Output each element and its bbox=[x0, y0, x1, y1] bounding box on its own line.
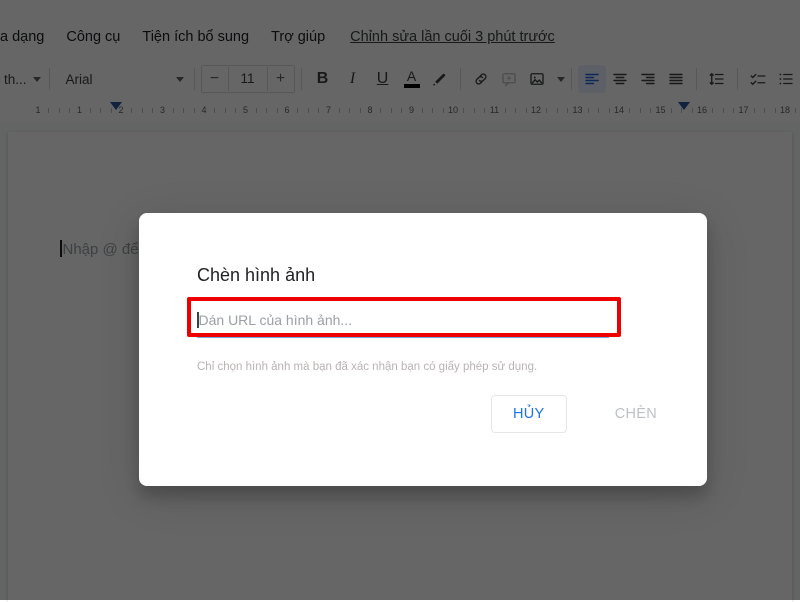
insert-button: CHÈN bbox=[597, 395, 675, 433]
cancel-button[interactable]: HỦY bbox=[491, 395, 567, 433]
dialog-actions: HỦY CHÈN bbox=[491, 395, 675, 433]
license-hint-text: Chỉ chọn hình ảnh mà bạn đã xác nhận bạn… bbox=[197, 359, 537, 375]
insert-image-dialog: Chèn hình ảnh Dán URL của hình ảnh... Ch… bbox=[139, 213, 707, 486]
annotation-highlight-box bbox=[187, 297, 621, 337]
dialog-title: Chèn hình ảnh bbox=[197, 263, 315, 287]
